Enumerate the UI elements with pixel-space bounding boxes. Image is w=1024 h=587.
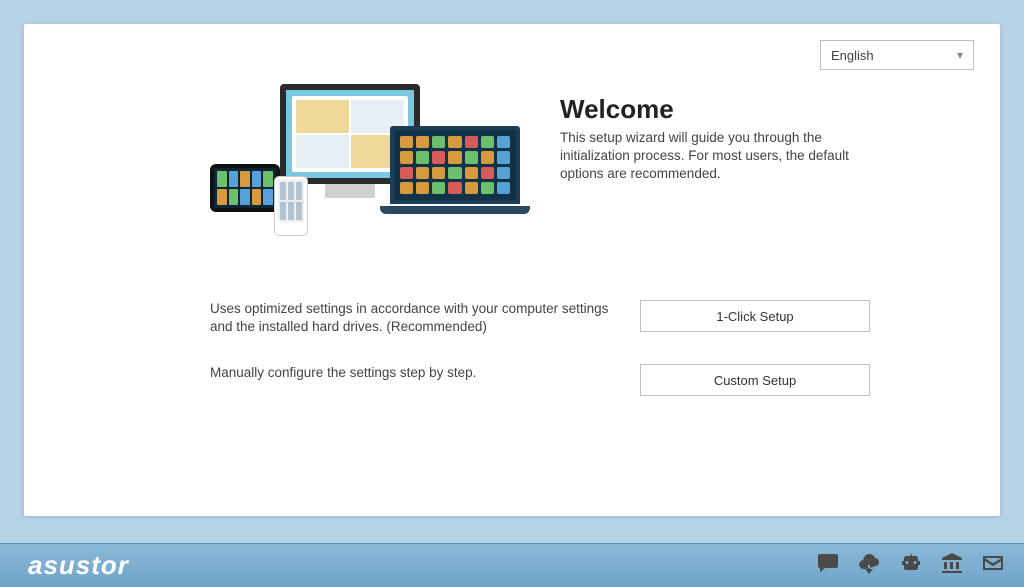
one-click-desc: Uses optimized settings in accordance wi… [210, 300, 620, 336]
page-description: This setup wizard will guide you through… [560, 129, 860, 184]
chat-icon [816, 551, 840, 580]
custom-desc: Manually configure the settings step by … [210, 364, 620, 382]
footer-bar: asustor [0, 543, 1024, 587]
footer-icons [816, 551, 1006, 580]
setup-wizard-panel: English ▾ [24, 24, 1000, 516]
custom-setup-label: Custom Setup [714, 373, 796, 388]
laptop-icon [390, 126, 520, 204]
one-click-setup-button[interactable]: 1-Click Setup [640, 300, 870, 332]
one-click-setup-label: 1-Click Setup [716, 309, 793, 324]
language-area: English ▾ [50, 40, 974, 70]
brand-logo: asustor [28, 550, 129, 581]
hero-row: Welcome This setup wizard will guide you… [50, 84, 974, 244]
option-one-click: Uses optimized settings in accordance wi… [210, 300, 974, 336]
page-title: Welcome [560, 94, 974, 125]
bank-icon [940, 551, 964, 580]
language-selected-value: English [831, 48, 874, 63]
option-custom: Manually configure the settings step by … [210, 364, 974, 396]
tablet-icon [210, 164, 280, 212]
devices-illustration [210, 84, 520, 244]
cloud-download-icon [856, 551, 882, 580]
language-select[interactable]: English ▾ [820, 40, 974, 70]
chevron-down-icon: ▾ [957, 48, 963, 62]
mail-icon [980, 551, 1006, 580]
robot-icon [898, 551, 924, 580]
custom-setup-button[interactable]: Custom Setup [640, 364, 870, 396]
phone-icon [274, 176, 308, 236]
hero-text: Welcome This setup wizard will guide you… [560, 84, 974, 244]
options-section: Uses optimized settings in accordance wi… [50, 300, 974, 396]
